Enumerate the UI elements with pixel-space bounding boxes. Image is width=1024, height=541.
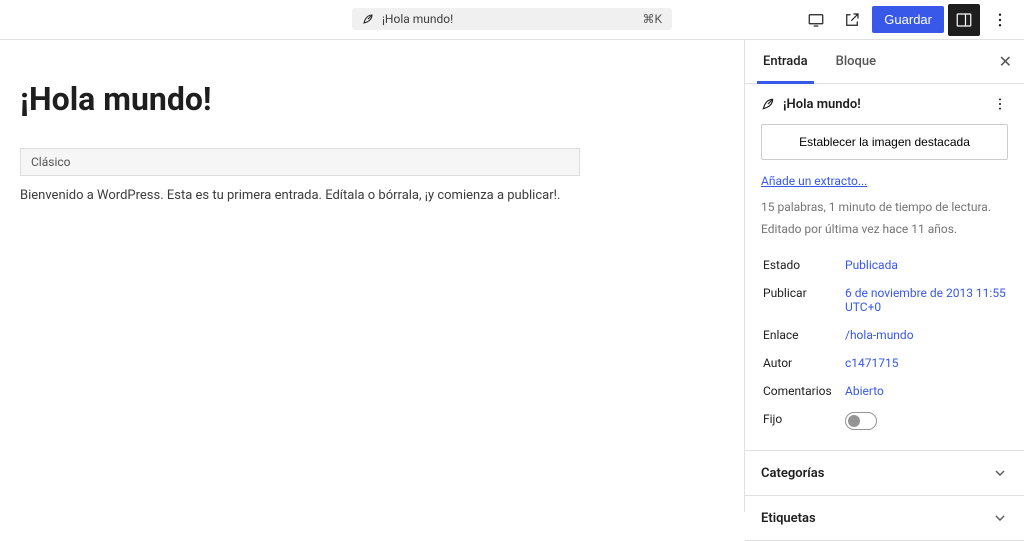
summary-title: ¡Hola mundo! xyxy=(783,97,984,112)
feather-icon xyxy=(362,13,374,25)
settings-panel-toggle-icon[interactable] xyxy=(948,4,980,36)
last-edit-info: Editado por última vez hace 11 años. xyxy=(761,220,1008,238)
sticky-toggle[interactable] xyxy=(845,412,877,430)
label-publish: Publicar xyxy=(763,280,843,320)
row-sticky: Fijo xyxy=(763,406,1006,436)
sidebar-tabs: Entrada Bloque ✕ xyxy=(745,40,1024,84)
post-body[interactable]: Bienvenido a WordPress. Esta es tu prime… xyxy=(20,188,724,203)
classic-block[interactable]: Clásico xyxy=(20,148,580,176)
post-title[interactable]: ¡Hola mundo! xyxy=(20,80,724,118)
row-publish: Publicar 6 de noviembre de 2013 11:55 UT… xyxy=(763,280,1006,320)
label-author: Autor xyxy=(763,350,843,376)
document-title-text: ¡Hola mundo! xyxy=(382,12,453,26)
tab-block[interactable]: Bloque xyxy=(830,40,882,84)
set-featured-image-button[interactable]: Establecer la imagen destacada xyxy=(761,124,1008,160)
value-status[interactable]: Publicada xyxy=(845,252,1006,278)
view-post-icon[interactable] xyxy=(836,4,868,36)
tags-panel[interactable]: Etiquetas xyxy=(745,496,1024,541)
row-author: Autor c1471715 xyxy=(763,350,1006,376)
document-title-button[interactable]: ¡Hola mundo! ⌘K xyxy=(352,8,672,30)
summary-actions-icon[interactable] xyxy=(992,96,1008,112)
value-comments[interactable]: Abierto xyxy=(845,378,1006,404)
label-status: Estado xyxy=(763,252,843,278)
tab-entry[interactable]: Entrada xyxy=(757,40,814,84)
classic-block-label: Clásico xyxy=(21,149,579,175)
row-link: Enlace /hola-mundo xyxy=(763,322,1006,348)
workspace: ¡Hola mundo! Clásico Bienvenido a WordPr… xyxy=(0,40,1024,512)
shortcut-label: ⌘K xyxy=(642,12,662,26)
feather-icon xyxy=(761,97,775,111)
post-attributes-table: Estado Publicada Publicar 6 de noviembre… xyxy=(761,250,1008,438)
categories-label: Categorías xyxy=(761,466,824,481)
label-sticky: Fijo xyxy=(763,406,843,436)
topbar: ¡Hola mundo! ⌘K Guardar xyxy=(0,0,1024,40)
more-options-icon[interactable] xyxy=(984,4,1016,36)
label-comments: Comentarios xyxy=(763,378,843,404)
value-author[interactable]: c1471715 xyxy=(845,350,1006,376)
value-publish[interactable]: 6 de noviembre de 2013 11:55 UTC+0 xyxy=(845,280,1006,320)
row-status: Estado Publicada xyxy=(763,252,1006,278)
settings-sidebar: Entrada Bloque ✕ ¡Hola mundo! Establecer… xyxy=(744,40,1024,512)
chevron-down-icon xyxy=(992,510,1008,526)
chevron-down-icon xyxy=(992,465,1008,481)
value-link[interactable]: /hola-mundo xyxy=(845,322,1006,348)
label-link: Enlace xyxy=(763,322,843,348)
row-comments: Comentarios Abierto xyxy=(763,378,1006,404)
save-button[interactable]: Guardar xyxy=(872,6,944,33)
add-excerpt-link[interactable]: Añade un extracto... xyxy=(761,174,1008,188)
categories-panel[interactable]: Categorías xyxy=(745,451,1024,496)
summary-panel: ¡Hola mundo! Establecer la imagen destac… xyxy=(745,84,1024,451)
device-preview-icon[interactable] xyxy=(800,4,832,36)
topbar-right: Guardar xyxy=(800,4,1016,36)
word-count-stats: 15 palabras, 1 minuto de tiempo de lectu… xyxy=(761,198,1008,216)
value-sticky[interactable] xyxy=(845,406,1006,436)
editor-canvas[interactable]: ¡Hola mundo! Clásico Bienvenido a WordPr… xyxy=(0,40,744,512)
tags-label: Etiquetas xyxy=(761,511,816,526)
close-sidebar-icon[interactable]: ✕ xyxy=(999,52,1012,71)
